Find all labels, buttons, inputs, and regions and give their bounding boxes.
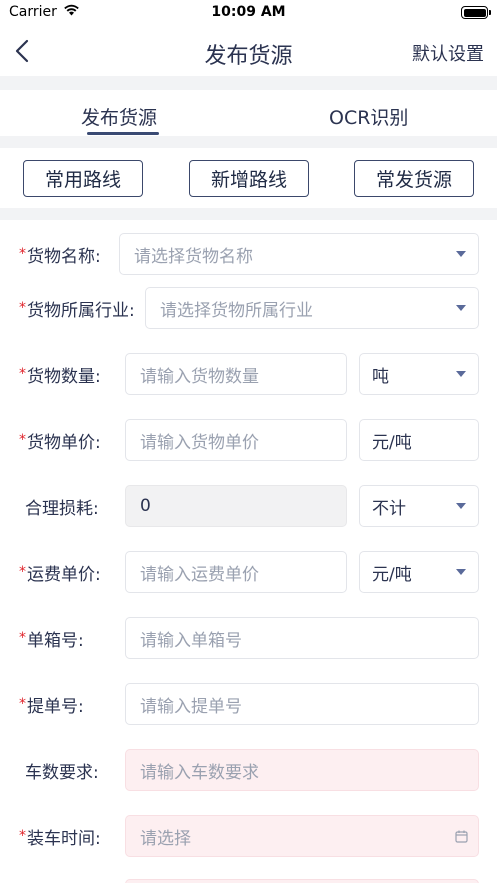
load-time-label-text: 装车时间:	[27, 828, 101, 849]
required-mark: *	[19, 630, 26, 646]
bill-no-label-text: 提单号:	[27, 696, 84, 717]
required-mark: *	[19, 828, 26, 844]
freight-price-label: * 运费单价:	[19, 551, 101, 593]
tab-bar: 发布货源 OCR识别	[0, 90, 497, 136]
quantity-label-text: 货物数量:	[27, 366, 101, 387]
freight-price-input[interactable]: 请输入运费单价	[125, 551, 347, 593]
truck-req-row: 车数要求: 请输入车数要求	[0, 749, 497, 791]
freight-price-unit-select[interactable]: 元/吨	[359, 551, 479, 593]
goods-name-label-text: 货物名称:	[27, 246, 101, 267]
goods-name-select[interactable]: 请选择货物名称	[119, 233, 479, 275]
truck-req-placeholder: 请输入车数要求	[140, 762, 259, 783]
loss-unit-select[interactable]: 不计	[359, 485, 479, 527]
industry-select[interactable]: 请选择货物所属行业	[145, 287, 479, 329]
frequent-goods-button[interactable]: 常发货源	[354, 160, 474, 197]
required-mark: *	[19, 246, 26, 262]
add-route-button[interactable]: 新增路线	[189, 160, 309, 197]
industry-label: * 货物所属行业:	[19, 287, 135, 329]
box-no-label: * 单箱号:	[19, 617, 84, 659]
truck-req-label-text: 车数要求:	[25, 762, 99, 783]
load-time-placeholder: 请选择	[140, 828, 191, 849]
status-bar: Carrier 10:09 AM	[0, 0, 497, 26]
box-no-label-text: 单箱号:	[27, 630, 84, 651]
unit-price-unit: 元/吨	[359, 419, 479, 461]
unit-price-row: * 货物单价: 请输入货物单价 元/吨	[0, 419, 497, 461]
box-no-input[interactable]: 请输入单箱号	[125, 617, 479, 659]
tab-publish[interactable]: 发布货源	[81, 103, 157, 130]
unit-price-unit-value: 元/吨	[372, 432, 412, 453]
load-time-picker[interactable]: 请选择	[125, 815, 479, 857]
quantity-label: * 货物数量:	[19, 353, 101, 395]
next-field-partial[interactable]	[125, 879, 479, 883]
required-mark: *	[19, 432, 26, 448]
route-button-group: 常用路线 新增路线 常发货源	[0, 148, 497, 208]
nav-bar: 发布货源 默认设置	[0, 26, 497, 76]
bill-no-row: * 提单号: 请输入提单号	[0, 683, 497, 725]
freight-price-placeholder: 请输入运费单价	[140, 564, 259, 585]
active-tab-indicator	[87, 132, 159, 135]
battery-fill	[463, 8, 486, 17]
bill-no-label: * 提单号:	[19, 683, 84, 725]
goods-name-placeholder: 请选择货物名称	[134, 246, 253, 267]
bill-no-placeholder: 请输入提单号	[140, 696, 242, 717]
common-routes-button[interactable]: 常用路线	[23, 160, 143, 197]
required-mark: *	[19, 696, 26, 712]
industry-placeholder: 请选择货物所属行业	[160, 300, 313, 321]
battery-icon	[461, 6, 491, 19]
truck-req-label: 车数要求:	[25, 749, 99, 791]
load-time-row: * 装车时间: 请选择	[0, 815, 497, 857]
truck-req-input[interactable]: 请输入车数要求	[125, 749, 479, 791]
quantity-unit-value: 吨	[372, 366, 389, 387]
goods-name-row: * 货物名称: 请选择货物名称	[0, 233, 497, 275]
caret-down-icon	[456, 251, 466, 257]
freight-price-label-text: 运费单价:	[27, 564, 101, 585]
caret-down-icon	[456, 569, 466, 575]
load-time-label: * 装车时间:	[19, 815, 101, 857]
quantity-placeholder: 请输入货物数量	[140, 366, 259, 387]
box-no-row: * 单箱号: 请输入单箱号	[0, 617, 497, 659]
tab-ocr[interactable]: OCR识别	[329, 103, 408, 130]
caret-down-icon	[456, 371, 466, 377]
unit-price-label-text: 货物单价:	[27, 432, 101, 453]
bill-no-input[interactable]: 请输入提单号	[125, 683, 479, 725]
calendar-icon	[455, 830, 468, 843]
freight-price-row: * 运费单价: 请输入运费单价 元/吨	[0, 551, 497, 593]
loss-input[interactable]: 0	[125, 485, 347, 527]
caret-down-icon	[456, 503, 466, 509]
unit-price-input[interactable]: 请输入货物单价	[125, 419, 347, 461]
quantity-input[interactable]: 请输入货物数量	[125, 353, 347, 395]
status-time: 10:09 AM	[211, 4, 286, 20]
goods-name-label: * 货物名称:	[19, 233, 101, 275]
loss-label-text: 合理损耗:	[25, 498, 99, 519]
loss-label: 合理损耗:	[25, 485, 99, 527]
quantity-row: * 货物数量: 请输入货物数量 吨	[0, 353, 497, 395]
unit-price-placeholder: 请输入货物单价	[140, 432, 259, 453]
loss-row: 合理损耗: 0 不计	[0, 485, 497, 527]
section-divider	[0, 136, 497, 148]
caret-down-icon	[456, 305, 466, 311]
unit-price-label: * 货物单价:	[19, 419, 101, 461]
required-mark: *	[19, 300, 26, 316]
section-divider	[0, 208, 497, 220]
required-mark: *	[19, 366, 26, 382]
industry-row: * 货物所属行业: 请选择货物所属行业	[0, 287, 497, 329]
next-row-partial	[0, 879, 497, 883]
loss-unit-value: 不计	[372, 498, 406, 519]
section-divider	[0, 76, 497, 90]
required-mark: *	[19, 564, 26, 580]
box-no-placeholder: 请输入单箱号	[140, 630, 242, 651]
default-settings-button[interactable]: 默认设置	[412, 40, 484, 66]
freight-price-unit-value: 元/吨	[372, 564, 412, 585]
loss-value: 0	[140, 496, 151, 516]
quantity-unit-select[interactable]: 吨	[359, 353, 479, 395]
industry-label-text: 货物所属行业:	[27, 300, 135, 321]
